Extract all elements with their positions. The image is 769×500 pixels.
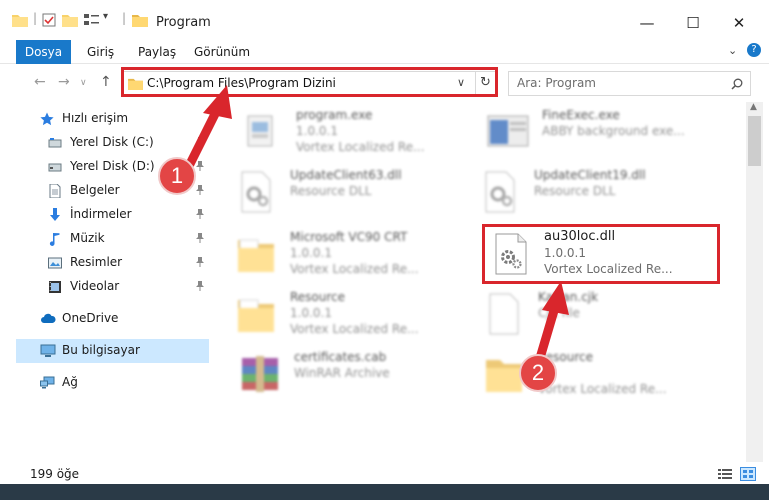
arrow-2 [535, 281, 569, 363]
annotation-arrows [185, 85, 569, 363]
step-1-badge: 1 [158, 157, 196, 195]
step-2-badge: 2 [519, 354, 557, 392]
arrow-1 [185, 85, 232, 169]
